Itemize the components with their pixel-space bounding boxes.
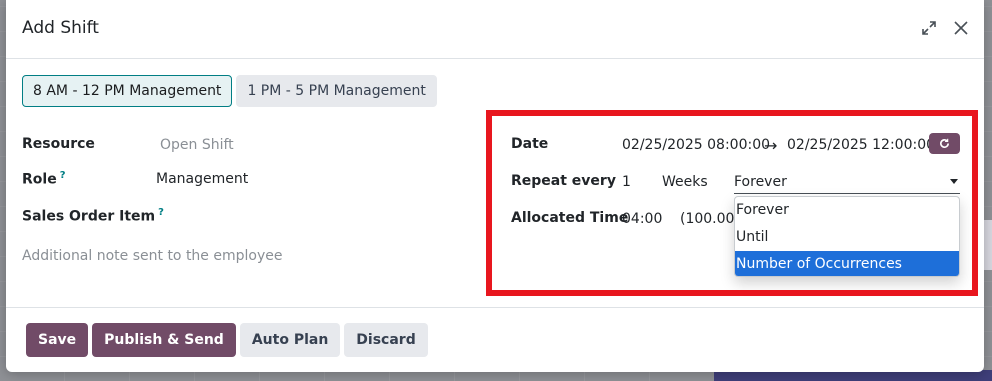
- expand-arrows-icon[interactable]: [917, 16, 941, 40]
- resource-label: Resource: [22, 136, 95, 152]
- note-field[interactable]: Additional note sent to the employee: [22, 248, 282, 264]
- sales-order-item-label: Sales Order Item?: [22, 207, 164, 225]
- sales-order-item-help-icon[interactable]: ?: [158, 207, 164, 218]
- publish-send-button[interactable]: Publish & Send: [92, 323, 236, 357]
- role-help-icon[interactable]: ?: [60, 170, 66, 181]
- save-button[interactable]: Save: [26, 323, 89, 357]
- close-x-icon[interactable]: [949, 16, 973, 40]
- dialog-header: Add Shift: [6, 0, 984, 59]
- template-button-afternoon[interactable]: 1 PM - 5 PM Management: [236, 75, 437, 107]
- template-button-morning[interactable]: 8 AM - 12 PM Management: [22, 75, 233, 107]
- shift-templates: 8 AM - 12 PM Management 1 PM - 5 PM Mana…: [22, 75, 437, 107]
- discard-button[interactable]: Discard: [344, 323, 428, 357]
- footer-divider: [6, 307, 984, 308]
- dialog-title: Add Shift: [22, 18, 99, 38]
- auto-plan-button[interactable]: Auto Plan: [239, 323, 341, 357]
- sales-order-item-label-text: Sales Order Item: [22, 208, 156, 225]
- highlight-annotation: [486, 110, 978, 296]
- role-label-text: Role: [22, 171, 57, 188]
- resource-field[interactable]: Open Shift: [160, 137, 234, 153]
- role-label: Role?: [22, 170, 66, 188]
- role-field[interactable]: Management: [156, 171, 248, 187]
- dialog-footer: Save Publish & Send Auto Plan Discard: [26, 323, 428, 357]
